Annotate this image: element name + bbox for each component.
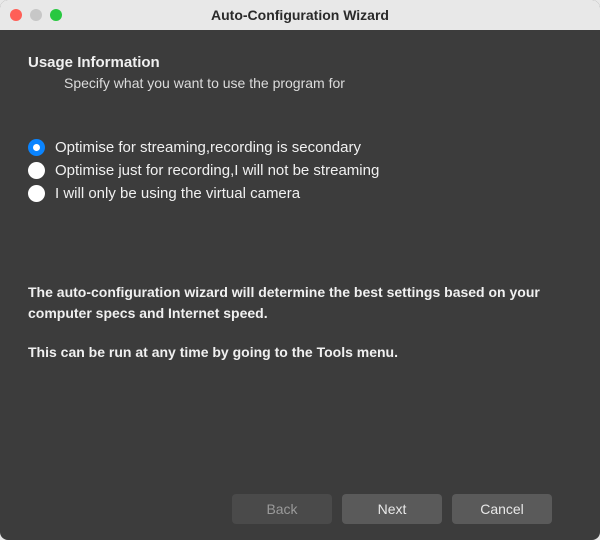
radio-option-virtual-camera[interactable]: I will only be using the virtual camera	[28, 185, 572, 202]
usage-radio-group: Optimise for streaming,recording is seco…	[28, 139, 572, 202]
radio-indicator-icon	[28, 162, 45, 179]
info-line-1: The auto-configuration wizard will deter…	[28, 282, 572, 324]
minimize-icon	[30, 9, 42, 21]
wizard-content: Usage Information Specify what you want …	[0, 30, 600, 540]
info-line-2: This can be run at any time by going to …	[28, 342, 572, 363]
window-traffic-lights	[10, 9, 62, 21]
radio-indicator-icon	[28, 185, 45, 202]
next-button[interactable]: Next	[342, 494, 442, 524]
wizard-button-row: Back Next Cancel	[28, 480, 572, 540]
back-button[interactable]: Back	[232, 494, 332, 524]
wizard-window: Auto-Configuration Wizard Usage Informat…	[0, 0, 600, 540]
radio-label: I will only be using the virtual camera	[55, 185, 300, 202]
close-icon[interactable]	[10, 9, 22, 21]
window-title: Auto-Configuration Wizard	[10, 7, 590, 23]
radio-option-recording[interactable]: Optimise just for recording,I will not b…	[28, 162, 572, 179]
radio-label: Optimise just for recording,I will not b…	[55, 162, 379, 179]
radio-option-streaming[interactable]: Optimise for streaming,recording is seco…	[28, 139, 572, 156]
wizard-info-text: The auto-configuration wizard will deter…	[28, 282, 572, 381]
radio-indicator-icon	[28, 139, 45, 156]
cancel-button[interactable]: Cancel	[452, 494, 552, 524]
section-heading: Usage Information	[28, 54, 572, 71]
titlebar: Auto-Configuration Wizard	[0, 0, 600, 30]
radio-label: Optimise for streaming,recording is seco…	[55, 139, 361, 156]
section-subheading: Specify what you want to use the program…	[64, 75, 572, 91]
maximize-icon[interactable]	[50, 9, 62, 21]
